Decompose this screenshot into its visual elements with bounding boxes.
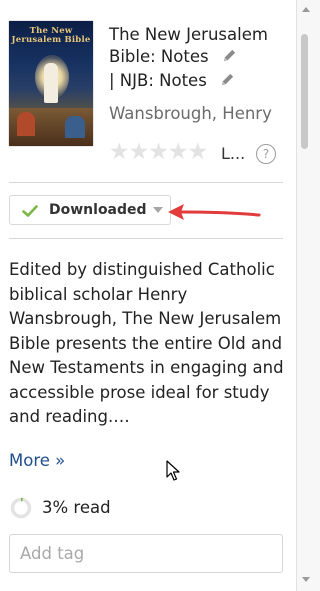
book-cover[interactable]: The New Jerusalem Bible bbox=[9, 21, 93, 146]
divider bbox=[9, 238, 283, 239]
scrollbar[interactable] bbox=[297, 0, 317, 591]
mouse-cursor-icon bbox=[166, 460, 180, 486]
reading-progress-label: 3% read bbox=[42, 498, 111, 517]
cover-art-figure-left bbox=[17, 112, 35, 136]
book-series-row: | NJB: Notes bbox=[109, 71, 235, 91]
divider bbox=[9, 182, 283, 183]
scrollbar-thumb[interactable] bbox=[301, 34, 308, 149]
rating-label: L... bbox=[221, 144, 246, 163]
star-icon-4[interactable]: ★ bbox=[168, 141, 189, 164]
cover-art-figure-right bbox=[65, 116, 85, 138]
help-icon[interactable]: ? bbox=[256, 144, 276, 164]
book-author[interactable]: Wansbrough, Henry bbox=[109, 104, 272, 123]
reading-status-label: Downloaded bbox=[49, 202, 147, 218]
star-rating[interactable]: ★★★★★ bbox=[109, 141, 209, 164]
edit-title-pencil-icon[interactable] bbox=[222, 48, 237, 67]
book-series: | NJB: Notes bbox=[109, 71, 207, 90]
book-title-row2: Bible: Notes bbox=[109, 47, 237, 67]
edit-series-pencil-icon[interactable] bbox=[220, 72, 235, 91]
star-icon-3[interactable]: ★ bbox=[148, 141, 169, 164]
book-description: Edited by distinguished Catholic biblica… bbox=[9, 260, 284, 426]
cover-art-figure bbox=[44, 63, 58, 103]
cover-title: The New Jerusalem Bible bbox=[11, 26, 91, 45]
book-title-line2: Bible: Notes bbox=[109, 47, 209, 66]
more-link[interactable]: More » bbox=[9, 451, 65, 470]
book-title: The New Jerusalem bbox=[109, 25, 268, 44]
reading-status-dropdown[interactable]: Downloaded bbox=[9, 195, 171, 225]
scroll-up-arrow-icon[interactable] bbox=[302, 7, 310, 12]
star-icon-1[interactable]: ★ bbox=[109, 141, 130, 164]
star-icon-2[interactable]: ★ bbox=[129, 141, 150, 164]
check-icon bbox=[22, 203, 38, 222]
book-title-line1: The New Jerusalem bbox=[109, 25, 268, 44]
scroll-down-arrow-icon[interactable] bbox=[302, 577, 310, 582]
book-details-panel: The New Jerusalem Bible The New Jerusale… bbox=[0, 0, 297, 591]
reading-progress-ring-icon bbox=[10, 497, 32, 523]
star-icon-5[interactable]: ★ bbox=[188, 141, 209, 164]
annotation-arrow-icon bbox=[166, 201, 262, 227]
add-tag-input[interactable] bbox=[9, 534, 283, 573]
chevron-down-icon[interactable] bbox=[153, 207, 163, 213]
